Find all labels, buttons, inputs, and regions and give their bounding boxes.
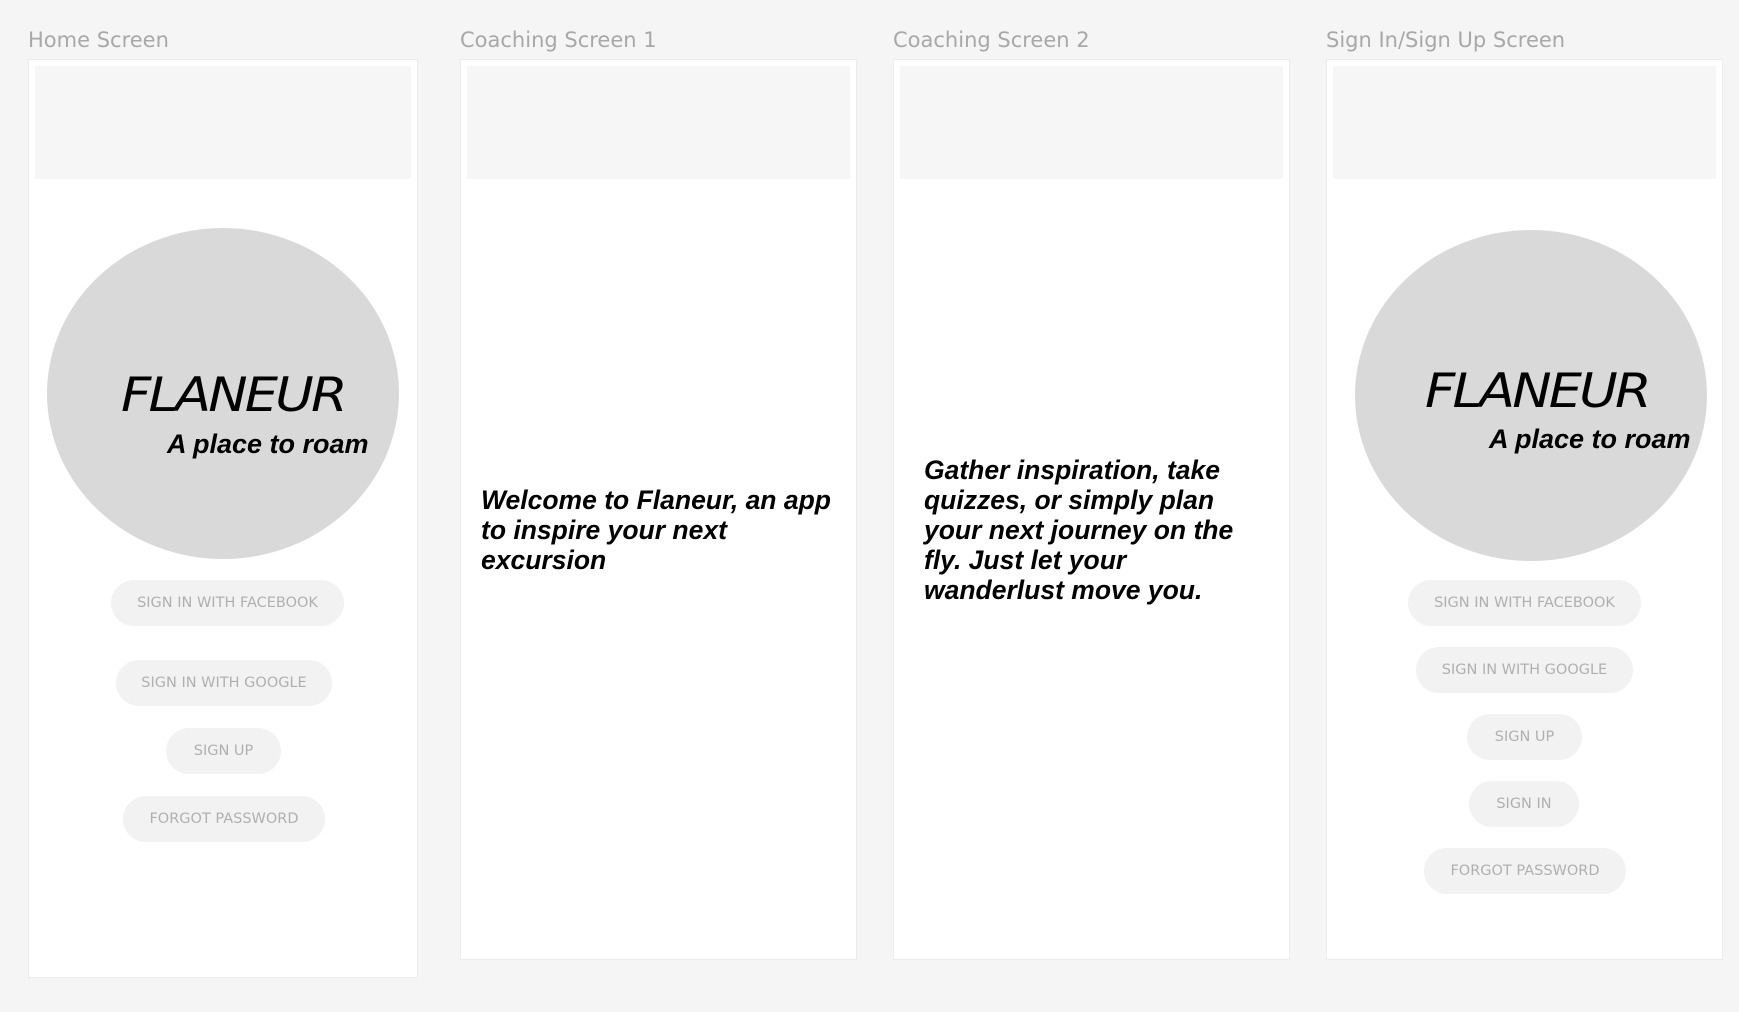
frame-home-screen: FLANEUR A place to roam SIGN IN WITH FAC… (28, 59, 418, 978)
frame-coaching-screen-1: Welcome to Flaneur, an app to inspire yo… (460, 59, 857, 960)
coaching-message: Gather inspiration, take quizzes, or sim… (924, 455, 1234, 605)
sign-up-button[interactable]: SIGN UP (166, 728, 281, 774)
frame-label-coaching-2: Coaching Screen 2 (893, 28, 1090, 52)
forgot-password-button[interactable]: FORGOT PASSWORD (123, 796, 325, 842)
status-bar-placeholder (900, 66, 1283, 179)
status-bar-placeholder (467, 66, 850, 179)
sign-in-facebook-button[interactable]: SIGN IN WITH FACEBOOK (111, 580, 344, 626)
sign-in-google-button[interactable]: SIGN IN WITH GOOGLE (1416, 647, 1633, 693)
logo-circle: FLANEUR A place to roam (1355, 230, 1707, 561)
frame-coaching-screen-2: Gather inspiration, take quizzes, or sim… (893, 59, 1290, 960)
logo-title: FLANEUR (1425, 364, 1652, 419)
sign-in-google-button[interactable]: SIGN IN WITH GOOGLE (116, 660, 332, 706)
coaching-message: Welcome to Flaneur, an app to inspire yo… (481, 485, 831, 575)
sign-in-button[interactable]: SIGN IN (1469, 781, 1579, 827)
sign-up-button[interactable]: SIGN UP (1467, 714, 1582, 760)
status-bar-placeholder (35, 66, 411, 179)
forgot-password-button[interactable]: FORGOT PASSWORD (1424, 848, 1626, 894)
logo-circle: FLANEUR A place to roam (47, 228, 399, 559)
frame-label-coaching-1: Coaching Screen 1 (460, 28, 657, 52)
frame-label-sign-in: Sign In/Sign Up Screen (1326, 28, 1566, 52)
logo-title: FLANEUR (121, 368, 348, 423)
logo-tagline: A place to roam (167, 429, 369, 459)
frame-sign-in-sign-up-screen: FLANEUR A place to roam SIGN IN WITH FAC… (1326, 59, 1723, 960)
frame-label-home: Home Screen (28, 28, 169, 52)
logo-tagline: A place to roam (1489, 424, 1691, 454)
sign-in-facebook-button[interactable]: SIGN IN WITH FACEBOOK (1408, 580, 1641, 626)
status-bar-placeholder (1333, 66, 1716, 179)
